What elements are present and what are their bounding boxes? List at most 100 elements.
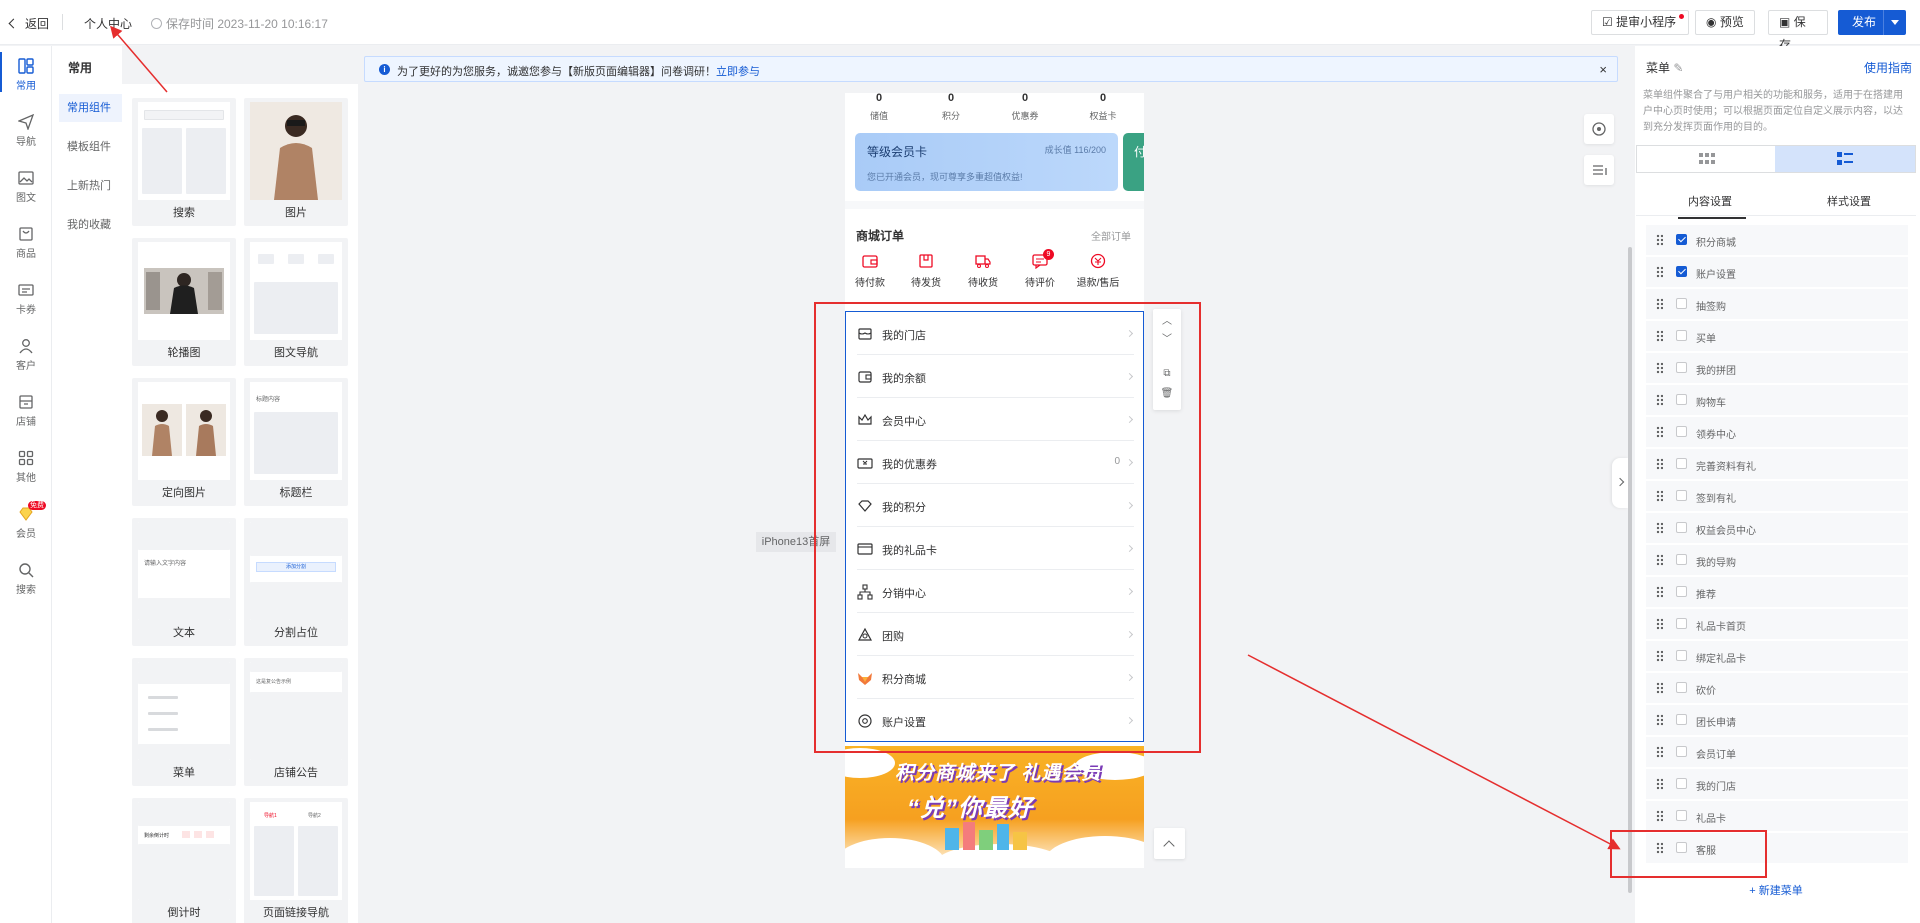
stat-benefit-cards[interactable]: 0 权益卡 xyxy=(1073,93,1133,122)
locate-button[interactable] xyxy=(1584,114,1614,144)
drag-handle-icon[interactable] xyxy=(1656,778,1663,790)
order-pending-payment[interactable]: 待付款 xyxy=(845,253,898,289)
drag-handle-icon[interactable] xyxy=(1656,458,1663,470)
back-to-top-button[interactable] xyxy=(1154,828,1185,859)
nav-image-text[interactable]: 图文 xyxy=(0,170,52,204)
component-menu[interactable]: 菜单 xyxy=(132,658,236,786)
component-list-button[interactable] xyxy=(1584,155,1614,185)
menu-option-row[interactable]: 购物车 xyxy=(1646,385,1908,415)
stat-balance[interactable]: 0 储值 xyxy=(849,93,909,122)
menu-option-row[interactable]: 礼品卡 xyxy=(1646,801,1908,831)
tab-style-settings[interactable]: 样式设置 xyxy=(1827,193,1871,209)
stat-coupons[interactable]: 0 优惠券 xyxy=(995,93,1055,122)
nav-member[interactable]: 免费 会员 xyxy=(0,501,52,540)
drag-handle-icon[interactable] xyxy=(1656,714,1663,726)
menu-option-row[interactable]: 我的拼团 xyxy=(1646,353,1908,383)
component-page-link-nav[interactable]: 导航1 导航2 页面链接导航 xyxy=(244,798,348,923)
drag-handle-icon[interactable] xyxy=(1656,650,1663,662)
close-icon[interactable]: × xyxy=(1599,62,1607,77)
component-divider[interactable]: 添加分割 分割占位 xyxy=(244,518,348,646)
menu-option-row[interactable]: 签到有礼 xyxy=(1646,481,1908,511)
points-mall-banner[interactable]: 积分商城来了 礼遇会员 “兑”你最好 xyxy=(845,746,1144,868)
publish-button[interactable]: 发布 xyxy=(1838,10,1906,35)
menu-option-row[interactable]: 推荐 xyxy=(1646,577,1908,607)
drag-handle-icon[interactable] xyxy=(1656,234,1663,246)
menu-option-row[interactable]: 我的门店 xyxy=(1646,769,1908,799)
menu-option-row[interactable]: 领券中心 xyxy=(1646,417,1908,447)
order-pending-receipt[interactable]: 待收货 xyxy=(955,253,1011,289)
nav-common[interactable]: 常用 xyxy=(0,52,52,92)
nav-other[interactable]: 其他 xyxy=(0,450,52,484)
menu-option-checkbox[interactable] xyxy=(1676,490,1687,501)
drag-handle-icon[interactable] xyxy=(1656,490,1663,502)
order-pending-review[interactable]: 9 待评价 xyxy=(1012,249,1068,289)
component-text[interactable]: 请输入文字内容 文本 xyxy=(132,518,236,646)
component-carousel[interactable]: 轮播图 xyxy=(132,238,236,366)
drag-handle-icon[interactable] xyxy=(1656,426,1663,438)
preview-button[interactable]: ◉ 预览 xyxy=(1695,10,1755,35)
nav-search[interactable]: 搜索 xyxy=(0,562,52,596)
menu-option-checkbox[interactable] xyxy=(1676,554,1687,565)
menu-option-checkbox[interactable] xyxy=(1676,810,1687,821)
menu-option-row[interactable]: 会员订单 xyxy=(1646,737,1908,767)
menu-option-row[interactable]: 完善资料有礼 xyxy=(1646,449,1908,479)
order-refund[interactable]: 退款/售后 xyxy=(1070,253,1126,289)
menu-option-row[interactable]: 权益会员中心 xyxy=(1646,513,1908,543)
drag-handle-icon[interactable] xyxy=(1656,330,1663,342)
sub-item-new-hot[interactable]: 上新热门 xyxy=(59,172,123,200)
menu-option-checkbox[interactable] xyxy=(1676,266,1687,277)
menu-option-checkbox[interactable] xyxy=(1676,746,1687,757)
component-countdown[interactable]: 剩余倒计时 倒计时 xyxy=(132,798,236,923)
drag-handle-icon[interactable] xyxy=(1656,586,1663,598)
menu-option-checkbox[interactable] xyxy=(1676,298,1687,309)
drag-handle-icon[interactable] xyxy=(1656,266,1663,278)
menu-option-checkbox[interactable] xyxy=(1676,234,1687,245)
survey-link[interactable]: 立即参与 xyxy=(716,66,760,78)
level-member-card[interactable]: 等级会员卡 成长值 116/200 您已开通会员，现可尊享多重超值权益! xyxy=(855,133,1118,191)
add-menu-button[interactable]: + 新建菜单 xyxy=(1648,876,1904,906)
canvas-scrollbar[interactable] xyxy=(1628,247,1632,893)
menu-option-checkbox[interactable] xyxy=(1676,682,1687,693)
menu-option-checkbox[interactable] xyxy=(1676,394,1687,405)
component-store-notice[interactable]: 这是复公告示例 店铺公告 xyxy=(244,658,348,786)
nav-store[interactable]: 店铺 xyxy=(0,394,52,428)
sub-item-favorites[interactable]: 我的收藏 xyxy=(59,211,123,239)
nav-navigation[interactable]: 导航 xyxy=(0,114,52,148)
menu-option-row[interactable]: 积分商城 xyxy=(1646,225,1908,255)
menu-option-row[interactable]: 砍价 xyxy=(1646,673,1908,703)
component-image[interactable]: 图片 xyxy=(244,98,348,226)
menu-option-row[interactable]: 团长申请 xyxy=(1646,705,1908,735)
drag-handle-icon[interactable] xyxy=(1656,394,1663,406)
stat-points[interactable]: 0 积分 xyxy=(921,93,981,122)
menu-option-checkbox[interactable] xyxy=(1676,586,1687,597)
drag-handle-icon[interactable] xyxy=(1656,746,1663,758)
drag-handle-icon[interactable] xyxy=(1656,682,1663,694)
sub-item-template-components[interactable]: 模板组件 xyxy=(59,133,123,161)
menu-option-checkbox[interactable] xyxy=(1676,618,1687,629)
tab-content-settings[interactable]: 内容设置 xyxy=(1678,193,1746,219)
all-orders-link[interactable]: 全部订单 xyxy=(1091,228,1131,243)
sub-item-common-components[interactable]: 常用组件 xyxy=(59,94,123,122)
nav-customer[interactable]: 客户 xyxy=(0,338,52,372)
component-image-nav[interactable]: 图文导航 xyxy=(244,238,348,366)
edit-icon[interactable]: ✎ xyxy=(1673,61,1683,75)
collapse-panel-toggle[interactable] xyxy=(1612,458,1628,508)
component-directed-image[interactable]: 定向图片 xyxy=(132,378,236,506)
menu-option-checkbox[interactable] xyxy=(1676,522,1687,533)
drag-handle-icon[interactable] xyxy=(1656,522,1663,534)
caret-down-icon[interactable] xyxy=(1891,20,1899,25)
nav-goods[interactable]: 商品 xyxy=(0,226,52,260)
menu-option-row[interactable]: 我的导购 xyxy=(1646,545,1908,575)
menu-option-row[interactable]: 绑定礼品卡 xyxy=(1646,641,1908,671)
order-pending-shipment[interactable]: 待发货 xyxy=(898,253,954,289)
menu-option-checkbox[interactable] xyxy=(1676,330,1687,341)
drag-handle-icon[interactable] xyxy=(1656,554,1663,566)
component-search[interactable]: 搜索 xyxy=(132,98,236,226)
drag-handle-icon[interactable] xyxy=(1656,618,1663,630)
menu-option-row[interactable]: 账户设置 xyxy=(1646,257,1908,287)
menu-option-checkbox[interactable] xyxy=(1676,362,1687,373)
drag-handle-icon[interactable] xyxy=(1656,362,1663,374)
list-style-option[interactable] xyxy=(1775,146,1915,172)
drag-handle-icon[interactable] xyxy=(1656,810,1663,822)
component-title-bar[interactable]: 标题内容 标题栏 xyxy=(244,378,348,506)
